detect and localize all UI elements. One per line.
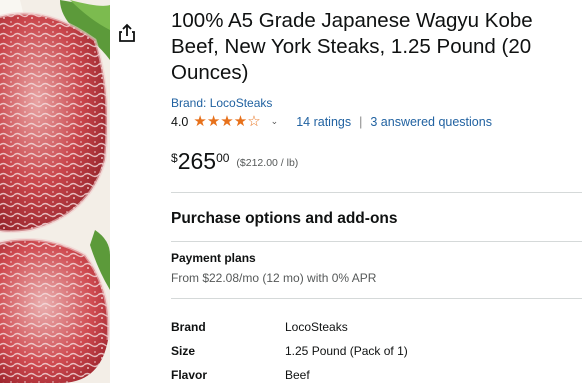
payment-plans-title: Payment plans (171, 251, 256, 265)
spec-key: Brand (171, 320, 206, 334)
rating-row: 4.0 ★ ★ ★ ★ ☆ ⌄ 14 ratings | 3 answered … (171, 114, 492, 129)
star-empty-icon: ☆ (247, 113, 261, 130)
star-rating[interactable]: ★ ★ ★ ★ ☆ (193, 114, 260, 129)
price: $ 265 00 ($212.00 / lb) (171, 148, 298, 174)
ratings-count-link[interactable]: 14 ratings (296, 115, 351, 129)
price-whole: 265 (177, 148, 217, 174)
answered-questions-link[interactable]: 3 answered questions (370, 115, 492, 129)
chevron-down-icon[interactable]: ⌄ (271, 116, 279, 127)
spec-key: Size (171, 344, 196, 358)
divider (171, 241, 582, 242)
purchase-options-heading: Purchase options and add-ons (171, 210, 398, 227)
product-title: 100% A5 Grade Japanese Wagyu Kobe Beef, … (171, 9, 533, 84)
price-fraction: 00 (216, 151, 230, 165)
brand-link[interactable]: Brand: LocoSteaks (171, 96, 272, 110)
star-icon: ★ (193, 113, 207, 130)
star-icon: ★ (220, 113, 234, 130)
spec-value: LocoSteaks (285, 320, 348, 334)
wagyu-steak-photo (0, 0, 110, 383)
spec-value: Beef (285, 368, 310, 382)
rating-separator: | (359, 114, 363, 129)
divider (171, 192, 582, 193)
payment-plans-text[interactable]: From $22.08/mo (12 mo) with 0% APR (171, 271, 376, 285)
share-icon[interactable] (118, 23, 136, 43)
price-symbol: $ (171, 151, 178, 165)
product-image[interactable] (0, 0, 110, 383)
star-icon: ★ (233, 113, 248, 130)
rating-value: 4.0 (171, 114, 189, 129)
divider (171, 298, 582, 299)
star-icon: ★ (206, 113, 221, 130)
unit-price: ($212.00 / lb) (236, 157, 299, 169)
spec-value: 1.25 Pound (Pack of 1) (285, 344, 408, 358)
spec-key: Flavor (171, 368, 208, 382)
